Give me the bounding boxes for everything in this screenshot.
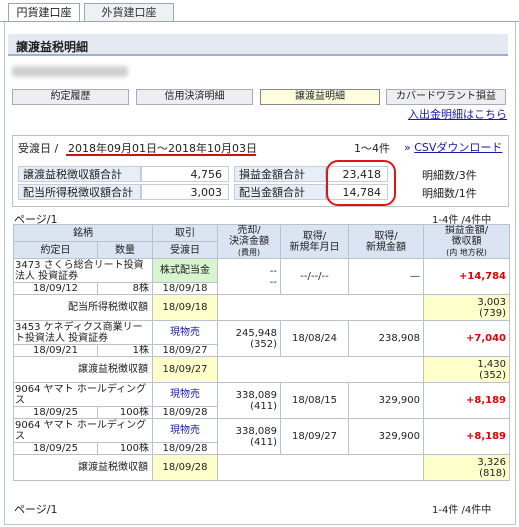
- acq-date: 18/09/27: [280, 418, 349, 455]
- tax-label: 譲渡益税徴収額: [13, 356, 153, 383]
- trade-type: 現物売: [152, 320, 218, 345]
- dividend-total-label: 配当金額合計: [234, 184, 326, 200]
- dividend-tax-total-label: 配当所得税徴収額合計: [18, 184, 141, 200]
- contract-date: 18/09/21: [13, 344, 98, 357]
- issue-name: 3453 ケネディクス商業リート投資法人 投資証券: [13, 320, 153, 345]
- capital-gains-tax-total-label: 譲渡益税徴収額合計: [18, 166, 141, 182]
- issue-name: 3473 さくら総合リート投資法人 投資証券: [13, 258, 153, 283]
- table-row: 9064 ヤマト ホールディングス 現物売 338,089 (411) 18/09…: [13, 418, 510, 455]
- tax-date: 18/09/28: [152, 454, 218, 481]
- acq-date: 18/08/15: [280, 382, 349, 419]
- page-title: 譲渡益税明細: [16, 40, 89, 54]
- acq-amount: 329,900: [348, 418, 424, 455]
- trade-type: 現物売: [152, 418, 218, 443]
- sale-amount: 338,089 (411): [217, 418, 281, 455]
- delivery-date: 18/09/28: [152, 442, 218, 455]
- range-text: 1〜4件: [354, 142, 390, 155]
- pl-amount: +8,189: [423, 418, 510, 455]
- details-table: 銘柄 取引 売却/決済金額 (費用) 取得/新規年月日 取得/新規金額 損益金額/…: [13, 224, 510, 481]
- deposit-withdrawal-link[interactable]: 入出金明細はこちら: [408, 106, 507, 122]
- tab-foreign-account[interactable]: 外貨建口座: [84, 3, 174, 22]
- header-contract-date: 約定日: [13, 241, 98, 259]
- totals-annotation-circle: [326, 160, 396, 206]
- tax-amount: 1,430 (352): [423, 356, 510, 383]
- page-indicator-bottom: ページ/1: [14, 503, 58, 516]
- csv-arrow-icon: »: [404, 141, 411, 154]
- count-indicator-bottom: 1-4件 /4件中: [432, 505, 492, 516]
- issue-name: 9064 ヤマト ホールディングス: [13, 382, 153, 407]
- redacted-account-info: [12, 66, 128, 77]
- header-delivery-date: 受渡日: [152, 241, 218, 259]
- dividend-detail-count: 明細数/1件: [422, 187, 477, 200]
- header-sale-amount: 売却/決済金額 (費用): [217, 224, 281, 259]
- sale-amount: -- --: [217, 258, 281, 295]
- sale-amount: 245,948 (352): [217, 320, 281, 357]
- tax-label: 譲渡益税徴収額: [13, 454, 153, 481]
- tax-row: 譲渡益税徴収額 18/09/27 1,430 (352): [13, 356, 510, 383]
- account-tabs: 円貨建口座 外貨建口座: [0, 0, 519, 22]
- nav-capital-gains[interactable]: 譲渡益明細: [260, 89, 380, 105]
- pl-amount: +8,189: [423, 382, 510, 419]
- pl-amount: +7,040: [423, 320, 510, 357]
- quantity: 1株: [97, 344, 153, 357]
- contract-date: 18/09/12: [13, 282, 98, 295]
- tax-amount: 3,003 (739): [423, 294, 510, 321]
- pl-total-label: 損益金額合計: [234, 166, 326, 182]
- tax-label: 配当所得税徴収額: [13, 294, 153, 321]
- sale-amount: 338,089 (411): [217, 382, 281, 419]
- nav-covered-warrant[interactable]: カバードワラント損益: [386, 89, 506, 105]
- csv-download-link[interactable]: » CSVダウンロード: [404, 139, 502, 155]
- capital-gains-tax-total-value: 4,756: [141, 166, 229, 182]
- issue-name: 9064 ヤマト ホールディングス: [13, 418, 153, 443]
- acq-amount: 329,900: [348, 382, 424, 419]
- dividend-tax-total-value: 3,003: [141, 184, 229, 200]
- contract-date: 18/09/25: [13, 406, 98, 419]
- tax-date: 18/09/27: [152, 356, 218, 383]
- tax-amount: 3,326 (818): [423, 454, 510, 481]
- period-label: 受渡日 /: [18, 142, 59, 155]
- page-title-bar: 譲渡益税明細: [8, 34, 508, 56]
- pl-detail-count: 明細数/3件: [422, 169, 477, 182]
- delivery-date: 18/09/27: [152, 344, 218, 357]
- pl-amount: +14,784: [423, 258, 510, 295]
- nav-trade-history[interactable]: 約定履歴: [12, 89, 129, 105]
- trade-type: 現物売: [152, 382, 218, 407]
- header-trade: 取引: [152, 224, 218, 242]
- quantity: 100株: [97, 442, 153, 455]
- quantity: 8株: [97, 282, 153, 295]
- tab-yen-account[interactable]: 円貨建口座: [8, 3, 80, 22]
- header-acq-date: 取得/新規年月日: [280, 224, 349, 259]
- delivery-date: 18/09/28: [152, 406, 218, 419]
- nav-margin-settlement[interactable]: 信用決済明細: [136, 89, 253, 105]
- table-row: 9064 ヤマト ホールディングス 現物売 338,089 (411) 18/08…: [13, 382, 510, 419]
- trade-type: 株式配当金: [152, 258, 218, 283]
- header-pl: 損益金額/徴収額 (内 地方税): [423, 224, 510, 259]
- quantity: 100株: [97, 406, 153, 419]
- tax-row: 譲渡益税徴収額 18/09/28 3,326 (818): [13, 454, 510, 481]
- header-acq-amount: 取得/新規金額: [348, 224, 424, 259]
- acq-date: 18/08/24: [280, 320, 349, 357]
- tax-date: 18/09/18: [152, 294, 218, 321]
- delivery-date: 18/09/18: [152, 282, 218, 295]
- header-quantity: 数量: [97, 241, 153, 259]
- contract-date: 18/09/25: [13, 442, 98, 455]
- acq-date: --/--/--: [280, 258, 349, 295]
- header-issue: 銘柄: [13, 224, 153, 242]
- table-row: 3453 ケネディクス商業リート投資法人 投資証券 現物売 245,948 (35…: [13, 320, 510, 357]
- period-annotation-underline: [66, 154, 256, 156]
- acq-amount: —: [348, 258, 424, 295]
- table-row: 3473 さくら総合リート投資法人 投資証券 株式配当金 -- -- --/--/…: [13, 258, 510, 295]
- csv-download-label: CSVダウンロード: [414, 141, 503, 154]
- acq-amount: 238,908: [348, 320, 424, 357]
- tax-row: 配当所得税徴収額 18/09/18 3,003 (739): [13, 294, 510, 321]
